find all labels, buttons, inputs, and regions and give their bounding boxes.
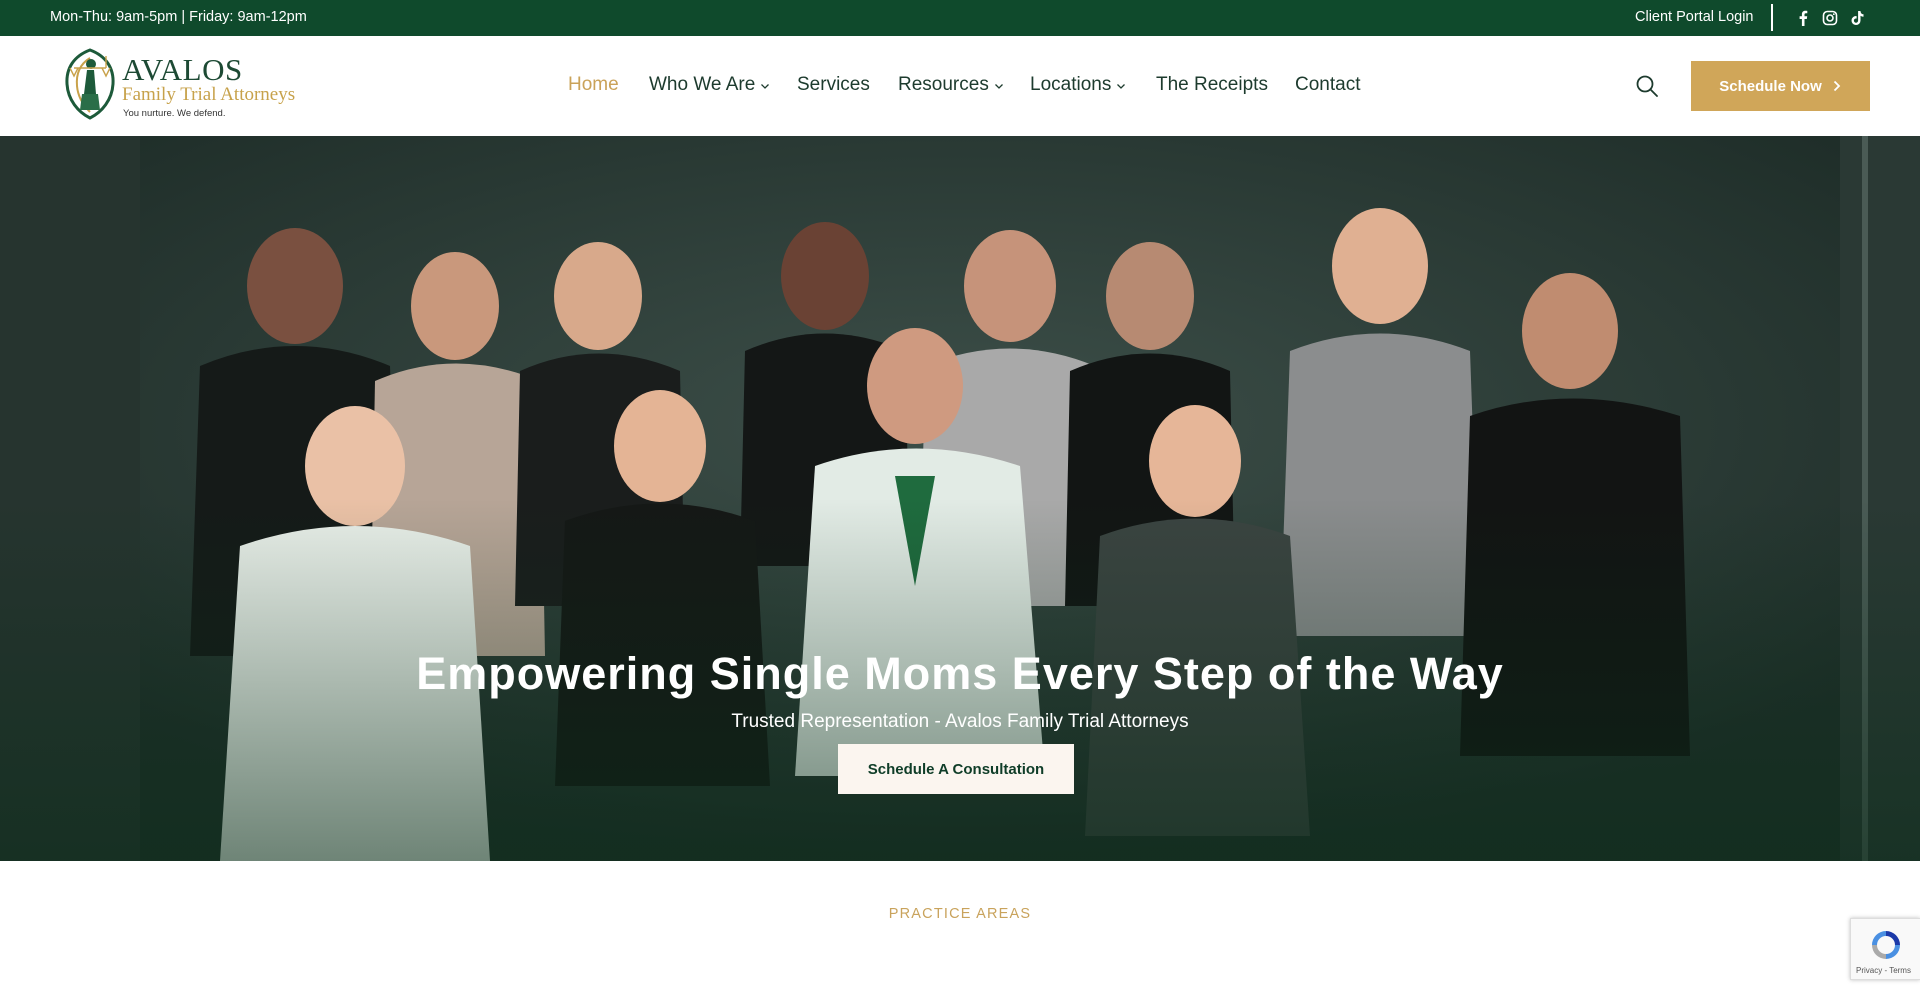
nav-label: Contact — [1295, 74, 1361, 95]
chevron-down-icon — [761, 83, 770, 89]
hero-subtitle: Trusted Representation - Avalos Family T… — [731, 711, 1189, 732]
nav-label: Locations — [1030, 74, 1112, 95]
client-portal-login-link[interactable]: Client Portal Login — [1635, 9, 1754, 25]
nav-resources[interactable]: Resources — [898, 74, 1004, 96]
top-bar: Mon-Thu: 9am-5pm | Friday: 9am-12pm Clie… — [0, 0, 1920, 36]
chevron-right-icon — [1833, 80, 1841, 92]
recaptcha-badge[interactable]: Privacy - Terms — [1850, 918, 1920, 980]
nav-locations[interactable]: Locations — [1030, 74, 1126, 96]
hero-section: Empowering Single Moms Every Step of the… — [0, 136, 1920, 861]
recaptcha-terms[interactable]: Privacy - Terms — [1856, 966, 1911, 975]
tiktok-icon[interactable] — [1848, 8, 1868, 28]
nav-home[interactable]: Home — [568, 74, 619, 96]
chevron-down-icon — [1117, 83, 1126, 89]
schedule-now-button[interactable]: Schedule Now — [1691, 61, 1870, 111]
logo-tagline: You nurture. We defend. — [123, 108, 226, 119]
nav-label: Resources — [898, 74, 989, 95]
logo-name: AVALOS — [122, 52, 243, 87]
site-header: AVALOS Family Trial Attorneys You nurtur… — [0, 36, 1920, 136]
nav-label: Home — [568, 74, 619, 95]
nav-label: Services — [797, 74, 870, 95]
schedule-consultation-button[interactable]: Schedule A Consultation — [838, 744, 1074, 794]
office-hours: Mon-Thu: 9am-5pm | Friday: 9am-12pm — [50, 9, 307, 25]
facebook-icon[interactable] — [1793, 8, 1813, 28]
nav-who-we-are[interactable]: Who We Are — [649, 74, 770, 96]
logo[interactable]: AVALOS Family Trial Attorneys You nurtur… — [60, 46, 300, 126]
recaptcha-icon — [1872, 931, 1900, 959]
search-icon[interactable] — [1635, 74, 1659, 98]
lady-justice-emblem-icon — [65, 48, 115, 120]
instagram-icon[interactable] — [1820, 8, 1840, 28]
schedule-now-label: Schedule Now — [1719, 77, 1822, 95]
logo-subtitle: Family Trial Attorneys — [122, 84, 296, 105]
nav-services[interactable]: Services — [797, 74, 870, 96]
practice-areas-eyebrow: PRACTICE AREAS — [888, 906, 1032, 922]
chevron-down-icon — [994, 83, 1003, 89]
nav-label: The Receipts — [1156, 74, 1268, 95]
hero-title: Empowering Single Moms Every Step of the… — [416, 648, 1504, 699]
nav-label: Who We Are — [649, 74, 756, 95]
nav-the-receipts[interactable]: The Receipts — [1156, 74, 1268, 96]
nav-contact[interactable]: Contact — [1295, 74, 1360, 96]
divider — [1771, 4, 1773, 31]
